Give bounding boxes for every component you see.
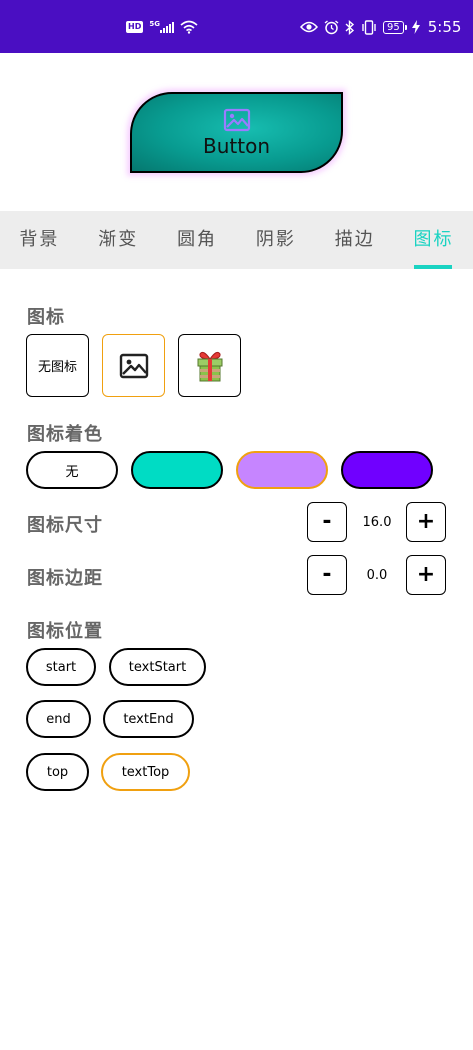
image-icon: [119, 353, 148, 378]
status-left: HD 5G: [126, 18, 198, 36]
network-type: 5G: [149, 20, 160, 28]
icon-option-none[interactable]: 无图标: [26, 334, 89, 397]
status-right: 95 5:55: [300, 18, 461, 36]
tint-section-title: 图标着色: [27, 424, 103, 445]
image-icon: [223, 108, 250, 131]
gravity-option-start[interactable]: start: [26, 648, 96, 686]
padding-increase-button[interactable]: +: [406, 555, 446, 595]
vibrate-icon: [362, 19, 376, 35]
padding-decrease-button[interactable]: -: [307, 555, 347, 595]
gravity-option-top[interactable]: top: [26, 753, 89, 791]
tab-corner[interactable]: 圆角: [177, 211, 217, 269]
battery-icon: 95: [383, 20, 407, 34]
gravity-option-text-end[interactable]: textEnd: [103, 700, 194, 738]
size-decrease-button[interactable]: -: [307, 502, 347, 542]
tint-option-none-label: 无: [65, 464, 79, 480]
icon-option-none-label: 无图标: [37, 360, 77, 375]
tab-icon[interactable]: 图标: [413, 211, 454, 269]
tab-stroke[interactable]: 描边: [335, 211, 375, 269]
status-bar: HD 5G 95 5:55: [0, 0, 473, 53]
gift-icon: [197, 351, 222, 381]
signal-icon: 5G: [149, 20, 174, 33]
wifi-icon: [180, 20, 198, 34]
gravity-option-end[interactable]: end: [26, 700, 91, 738]
gravity-option-text-start[interactable]: textStart: [109, 648, 206, 686]
tint-option-none[interactable]: 无: [26, 451, 118, 489]
padding-section-title: 图标边距: [27, 568, 103, 589]
tint-option-violet[interactable]: [341, 451, 433, 489]
clock: 5:55: [427, 18, 462, 36]
tab-background[interactable]: 背景: [19, 211, 59, 269]
icon-section-title: 图标: [27, 307, 65, 328]
alarm-icon: [324, 19, 339, 34]
icon-option-gift[interactable]: [178, 334, 241, 397]
demo-button-label: Button: [203, 133, 270, 158]
padding-value: 0.0: [366, 568, 388, 583]
tint-option-lavender[interactable]: [236, 451, 328, 489]
tab-gradient[interactable]: 渐变: [98, 211, 138, 269]
bluetooth-icon: [345, 19, 355, 35]
size-increase-button[interactable]: +: [406, 502, 446, 542]
gravity-option-text-top[interactable]: textTop: [101, 753, 190, 791]
eye-icon: [300, 21, 318, 33]
tab-shadow[interactable]: 阴影: [256, 211, 296, 269]
tab-bar: 背景 渐变 圆角 阴影 描边 图标: [0, 211, 473, 269]
icon-option-image[interactable]: [102, 334, 165, 397]
hd-icon: HD: [126, 21, 144, 33]
size-value: 16.0: [362, 515, 392, 530]
gravity-section-title: 图标位置: [27, 621, 103, 642]
charging-icon: [411, 20, 420, 34]
size-section-title: 图标尺寸: [27, 515, 103, 536]
tint-option-teal[interactable]: [131, 451, 223, 489]
demo-button[interactable]: Button: [130, 92, 343, 173]
